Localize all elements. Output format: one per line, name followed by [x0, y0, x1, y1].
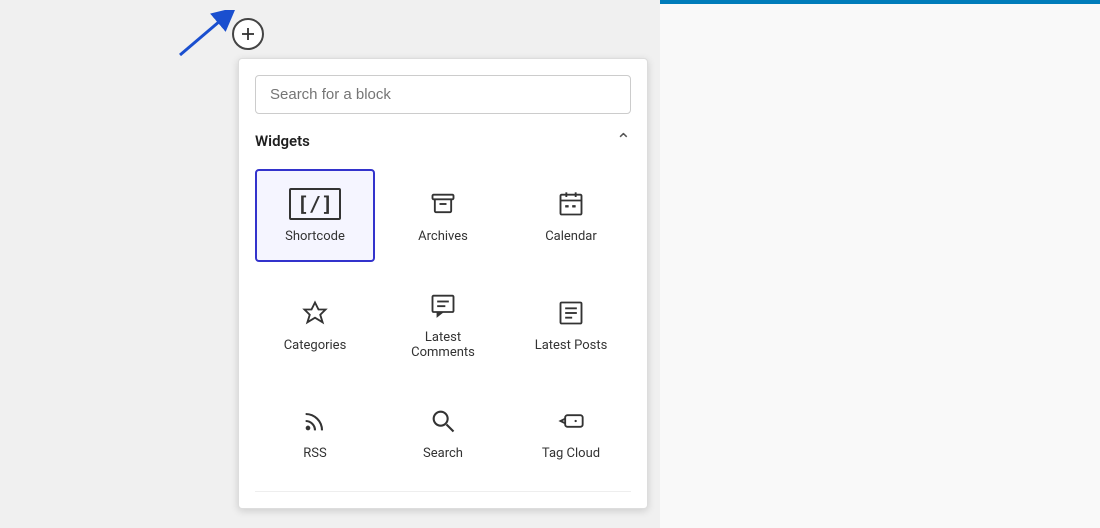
archives-icon — [429, 187, 457, 221]
block-label-shortcode: Shortcode — [285, 229, 345, 244]
block-item-archives[interactable]: Archives — [383, 169, 503, 262]
block-label-categories: Categories — [284, 338, 347, 353]
block-grid: [/] Shortcode Archives — [255, 169, 631, 479]
categories-icon — [301, 296, 329, 330]
left-background — [0, 0, 210, 528]
section-title: Widgets — [255, 132, 310, 150]
block-item-calendar[interactable]: Calendar — [511, 169, 631, 262]
block-inserter-panel: Widgets ⌃ [/] Shortcode Archives — [238, 58, 648, 509]
widgets-section-header: Widgets ⌃ — [255, 130, 631, 155]
panel-divider — [255, 491, 631, 492]
block-item-latest-posts[interactable]: Latest Posts — [511, 270, 631, 378]
block-item-search[interactable]: Search — [383, 386, 503, 479]
block-label-rss: RSS — [303, 446, 326, 461]
block-item-latest-comments[interactable]: Latest Comments — [383, 270, 503, 378]
tag-cloud-icon — [557, 404, 585, 438]
add-block-button[interactable] — [232, 18, 264, 50]
latest-comments-icon — [429, 288, 457, 322]
block-item-tag-cloud[interactable]: Tag Cloud — [511, 386, 631, 479]
block-label-archives: Archives — [418, 229, 468, 244]
block-label-search: Search — [423, 446, 463, 461]
block-item-rss[interactable]: RSS — [255, 386, 375, 479]
block-item-categories[interactable]: Categories — [255, 270, 375, 378]
search-input[interactable] — [255, 75, 631, 114]
latest-posts-icon — [557, 296, 585, 330]
block-label-tag-cloud: Tag Cloud — [542, 446, 600, 461]
calendar-icon — [557, 187, 585, 221]
search-icon — [429, 404, 457, 438]
block-label-latest-posts: Latest Posts — [535, 338, 608, 353]
rss-icon — [301, 404, 329, 438]
block-label-latest-comments: Latest Comments — [393, 330, 493, 360]
top-progress-bar — [660, 0, 1100, 4]
block-item-shortcode[interactable]: [/] Shortcode — [255, 169, 375, 262]
block-label-calendar: Calendar — [545, 229, 597, 244]
right-background — [660, 0, 1100, 528]
arrow-indicator — [175, 10, 235, 64]
shortcode-icon: [/] — [289, 187, 341, 221]
collapse-icon[interactable]: ⌃ — [616, 130, 631, 151]
